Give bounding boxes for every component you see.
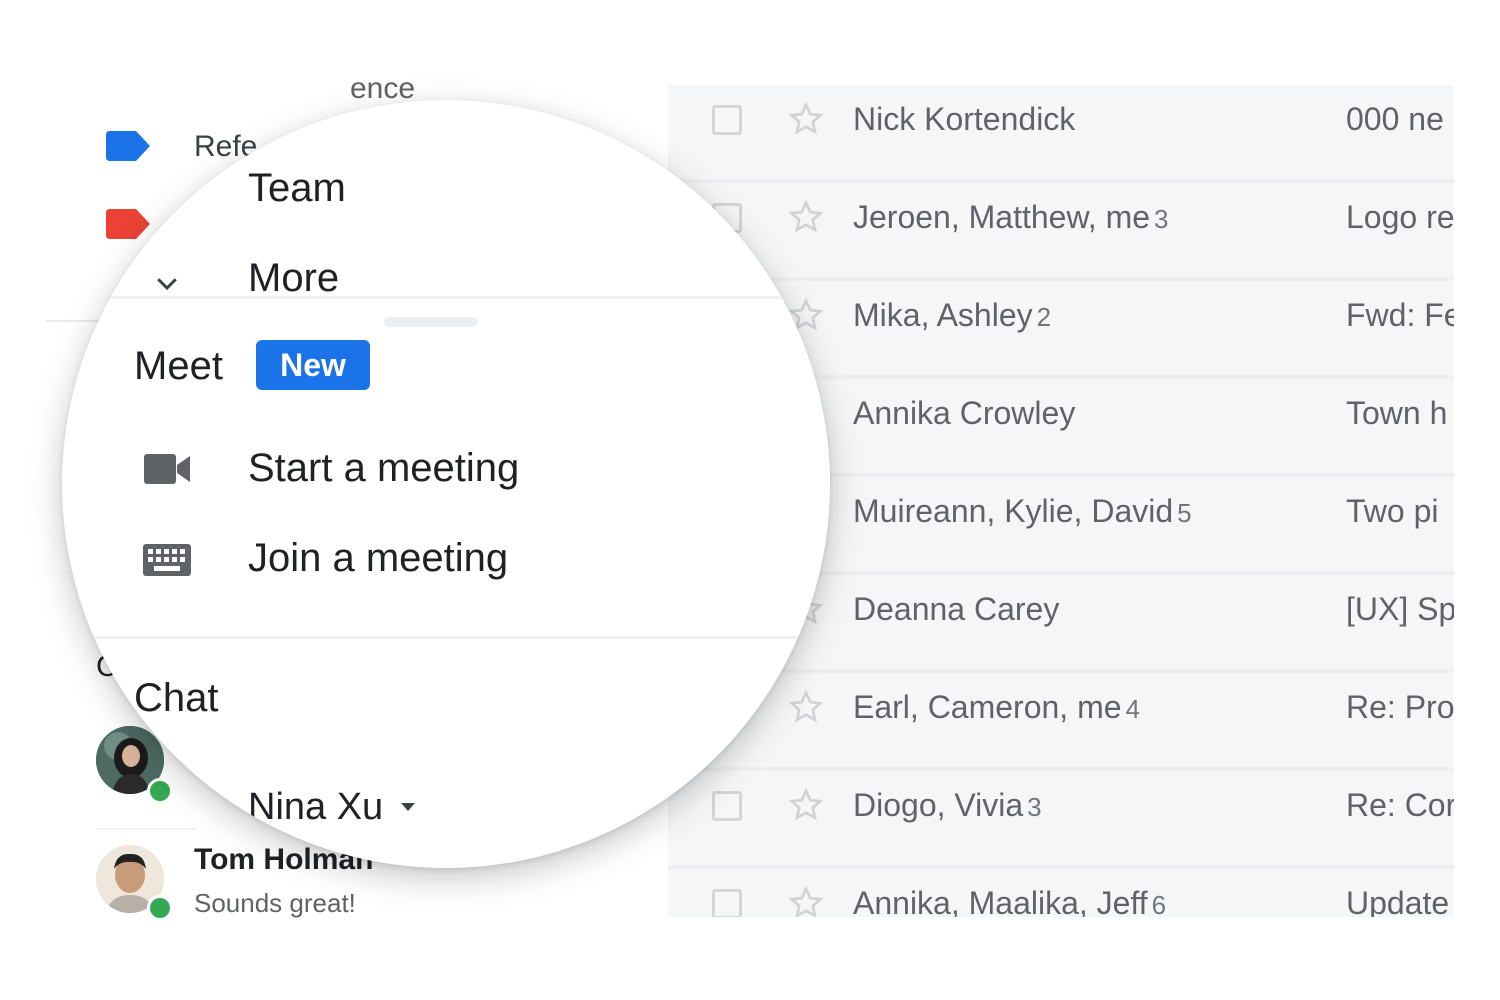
start-meeting-label: Start a meeting: [248, 446, 520, 490]
caret-down-icon[interactable]: [398, 800, 418, 814]
email-row[interactable]: Jeroen, Matthew, me 3 Logo re: [668, 183, 1454, 281]
new-badge: New: [256, 340, 370, 390]
contact-name: Nina Xu: [248, 786, 384, 828]
sidebar-item-more[interactable]: More: [248, 256, 339, 301]
divider: [62, 296, 830, 299]
email-subject: Update: [1346, 885, 1450, 917]
email-subject: Fwd: Fe: [1346, 297, 1454, 333]
email-sender: Annika, Maalika, Jeff 6: [853, 885, 1167, 917]
chat-heading: Chat: [134, 676, 219, 720]
drag-handle[interactable]: [384, 317, 478, 327]
email-subject: Two pi: [1346, 493, 1439, 529]
divider: [96, 828, 196, 830]
star-icon[interactable]: [786, 883, 826, 917]
email-sender: Annika Crowley: [853, 395, 1076, 431]
email-subject: 000 ne: [1346, 101, 1444, 137]
email-subject: Town h: [1346, 395, 1448, 431]
email-sender: Mika, Ashley 2: [853, 297, 1052, 333]
label-tag-icon[interactable]: [106, 131, 150, 161]
star-icon[interactable]: [786, 99, 826, 139]
select-checkbox[interactable]: [712, 791, 742, 821]
select-checkbox[interactable]: [712, 105, 742, 135]
presence-dot: [147, 778, 173, 804]
star-icon[interactable]: [786, 197, 826, 237]
presence-dot: [147, 895, 173, 921]
contact-message: Sounds great!: [194, 888, 356, 918]
email-row[interactable]: Nick Kortendick 000 ne: [668, 85, 1454, 183]
sidebar-item-team[interactable]: Team: [248, 166, 346, 211]
divider: [62, 636, 830, 639]
keyboard-icon: [143, 544, 191, 576]
email-row[interactable]: Annika, Maalika, Jeff 6 Update: [668, 869, 1454, 917]
star-icon[interactable]: [786, 687, 826, 727]
select-checkbox[interactable]: [712, 889, 742, 917]
sidebar-label-partial[interactable]: ence: [350, 72, 415, 106]
magnifier-lens: Team More Meet New Start a meeting Join …: [62, 100, 830, 868]
email-subject: Re: Cor: [1346, 787, 1454, 823]
email-subject: Re: Pro: [1346, 689, 1454, 725]
email-row[interactable]: Diogo, Vivia 3 Re: Cor: [668, 771, 1454, 869]
email-sender: Nick Kortendick: [853, 101, 1076, 137]
email-sender: Jeroen, Matthew, me 3: [853, 199, 1169, 235]
star-icon[interactable]: [786, 785, 826, 825]
label-tag-icon[interactable]: [106, 209, 150, 239]
email-sender: Deanna Carey: [853, 591, 1060, 627]
join-meeting-label: Join a meeting: [248, 536, 509, 580]
chevron-down-icon[interactable]: [152, 268, 182, 298]
meet-heading: Meet: [134, 344, 223, 388]
email-sender: Muireann, Kylie, David 5: [853, 493, 1192, 529]
email-sender: Diogo, Vivia 3: [853, 787, 1042, 823]
videocam-icon: [144, 454, 190, 484]
email-subject: [UX] Sp: [1346, 591, 1454, 627]
email-row[interactable]: Earl, Cameron, me 4 Re: Pro: [668, 673, 1454, 771]
email-subject: Logo re: [1346, 199, 1454, 235]
email-sender: Earl, Cameron, me 4: [853, 689, 1140, 725]
